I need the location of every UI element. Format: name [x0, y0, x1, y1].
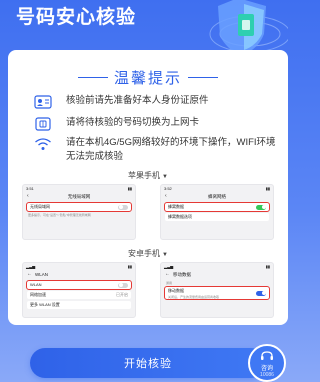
headset-icon [261, 351, 273, 360]
cellular-options-row: 蜂窝数据选项 [165, 213, 269, 221]
toggle-on-icon [256, 290, 266, 296]
battery-icon: ▮▮ [265, 186, 270, 191]
battery-icon: ▮▮ [127, 264, 132, 269]
section-label-text: 安卓手机 [128, 249, 161, 258]
shot-title: 蜂窝网络 [208, 194, 226, 199]
shot-header: ← WLAN [23, 270, 135, 279]
row-value: 已开启 [116, 292, 128, 297]
tip-item: 请在本机4G/5G网络较好的环境下操作，WIFI环境无法完成核验 [34, 136, 280, 164]
wlan-toggle-row: WLAN [26, 280, 132, 290]
back-icon: ← [27, 271, 32, 277]
android-section-label: 安卓手机 ▼ [8, 248, 288, 259]
apple-section-label: 苹果手机 ▼ [8, 170, 288, 181]
page-title: 号码安心核验 [16, 7, 137, 28]
network-boost-row: 网络加速 已开启 [27, 291, 131, 299]
back-icon: ← [165, 271, 170, 277]
apple-cellular-screenshot: 3:52 ▮▮ ‹ 蜂窝网络 蜂窝数据 蜂窝数据选项 [160, 184, 274, 240]
battery-icon: ▮▮ [265, 264, 270, 269]
tips-card: 温馨提示 核验前请先准备好本人身份证原件 请将待核验的号码切换为上网卡 请在本机… [8, 50, 288, 325]
row-label: WLAN [30, 282, 42, 287]
apple-wifi-screenshot: 3:51 ▮▮ ‹ 无线局域网 无线局域网 更多提示，可在“设置”>“隐私”中管… [22, 184, 136, 240]
tip-text: 请将待核验的号码切换为上网卡 [66, 117, 200, 128]
consult-number: 10086 [260, 372, 274, 378]
caret-down-icon: ▼ [162, 174, 168, 180]
wifi-toggle-row: 无线局域网 [26, 202, 132, 212]
shot-title: 无线局域网 [67, 194, 91, 199]
status-bar: ▂▃▅ ▮▮ [161, 263, 273, 270]
row-label: 蜂窝数据选项 [168, 214, 192, 219]
back-icon: ‹ [27, 193, 29, 199]
tips-header: 温馨提示 [8, 68, 288, 87]
divider [77, 76, 108, 78]
toggle-on-icon [256, 204, 266, 210]
status-bar: 3:51 ▮▮ [23, 185, 135, 192]
status-time: 3:52 [164, 186, 172, 191]
shot-header: ‹ 无线局域网 [23, 192, 135, 201]
shot-header: ‹ 蜂窝网络 [161, 192, 273, 201]
wifi-icon [35, 138, 51, 150]
row-label: 更多 WLAN 设置 [30, 302, 60, 307]
back-icon: ‹ [165, 193, 167, 199]
signal-icon: ▂▃▅ [164, 264, 174, 269]
cellular-toggle-row: 蜂窝数据 [164, 202, 270, 212]
toggle-off-icon [118, 282, 128, 288]
status-bar: 3:52 ▮▮ [161, 185, 273, 192]
tips-title: 温馨提示 [113, 69, 182, 87]
shot-title: 移动数据 [173, 272, 191, 277]
sim-card-icon [35, 117, 51, 131]
consult-button[interactable]: 咨询 10086 [248, 344, 286, 382]
tip-text: 请在本机4G/5G网络较好的环境下操作，WIFI环境无法完成核验 [66, 137, 276, 162]
row-label: 蜂窝数据 [168, 204, 184, 209]
row-label: 无线局域网 [30, 204, 50, 209]
start-verification-button[interactable]: 开始核验 [30, 348, 266, 378]
toggle-off-icon [118, 204, 128, 210]
shot-header: ← 移动数据 [161, 270, 273, 279]
shot-note: 更多提示，可在“设置”>“隐私”中管理无线局域网 [28, 213, 91, 217]
status-bar: ▂▃▅ ▮▮ [23, 263, 135, 270]
mobile-data-toggle-row: 移动数据 关闭后，产生的流量费用由运营商收取 [164, 286, 270, 300]
shot-title: WLAN [35, 272, 49, 277]
divider [188, 76, 218, 78]
id-card-icon [34, 95, 52, 109]
row-label: 网络加速 [30, 292, 46, 297]
more-wlan-row: 更多 WLAN 设置 [27, 301, 131, 309]
tip-item: 请将待核验的号码切换为上网卡 [34, 116, 280, 131]
tip-text: 核验前请先准备好本人身份证原件 [66, 95, 209, 106]
tip-item: 核验前请先准备好本人身份证原件 [34, 94, 280, 109]
shot-section-label: 通用 [166, 281, 173, 285]
row-label: 移动数据 [168, 288, 184, 293]
android-mobile-data-screenshot: ▂▃▅ ▮▮ ← 移动数据 通用 移动数据 关闭后，产生的流量费用由运营商收取 [160, 262, 274, 318]
section-label-text: 苹果手机 [128, 171, 161, 180]
row-note: 关闭后，产生的流量费用由运营商收取 [168, 295, 220, 299]
caret-down-icon: ▼ [162, 252, 168, 258]
android-wlan-screenshot: ▂▃▅ ▮▮ ← WLAN WLAN 网络加速 已开启 更多 WLAN 设置 [22, 262, 136, 318]
signal-icon: ▂▃▅ [26, 264, 36, 269]
battery-icon: ▮▮ [127, 186, 132, 191]
status-time: 3:51 [26, 186, 34, 191]
